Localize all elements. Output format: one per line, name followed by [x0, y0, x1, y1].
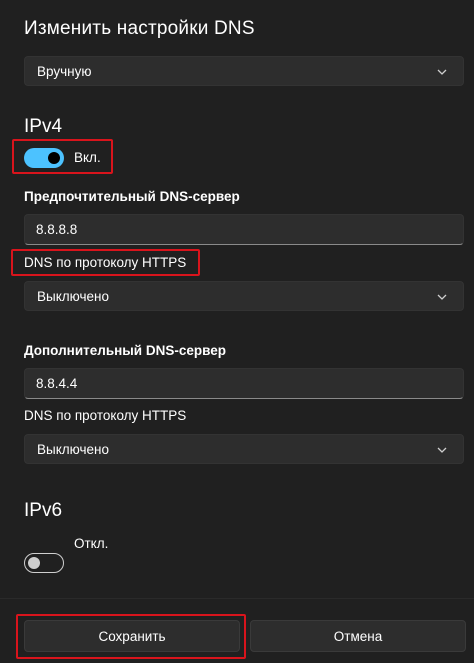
save-button[interactable]: Сохранить [24, 620, 240, 652]
ipv6-toggle[interactable] [24, 553, 64, 573]
ipv4-heading: IPv4 [24, 116, 63, 137]
alternate-dns-label: Дополнительный DNS-сервер [24, 343, 226, 358]
save-button-label: Сохранить [98, 628, 166, 644]
preferred-dns-input[interactable]: 8.8.8.8 [24, 214, 464, 245]
ipv6-toggle-label: Откл. [74, 536, 109, 551]
ipv4-toggle[interactable] [24, 148, 64, 168]
cancel-button-label: Отмена [333, 628, 383, 644]
preferred-https-label: DNS по протоколу HTTPS [24, 255, 187, 270]
dns-mode-value: Вручную [37, 63, 92, 79]
dns-mode-select[interactable]: Вручную [24, 56, 464, 86]
dialog-title: Изменить настройки DNS [24, 18, 255, 39]
chevron-down-icon [437, 69, 447, 75]
toggle-knob [48, 152, 60, 164]
preferred-dns-label: Предпочтительный DNS-сервер [24, 189, 240, 204]
alternate-https-label: DNS по протоколу HTTPS [24, 408, 187, 423]
toggle-knob [28, 557, 40, 569]
preferred-https-select[interactable]: Выключено [24, 281, 464, 311]
alternate-https-select[interactable]: Выключено [24, 434, 464, 464]
chevron-down-icon [437, 447, 447, 453]
ipv4-toggle-label: Вкл. [74, 150, 101, 165]
ipv6-heading: IPv6 [24, 500, 63, 521]
chevron-down-icon [437, 294, 447, 300]
cancel-button[interactable]: Отмена [250, 620, 466, 652]
preferred-https-value: Выключено [37, 288, 109, 304]
alternate-dns-value: 8.8.4.4 [36, 376, 78, 391]
preferred-dns-value: 8.8.8.8 [36, 222, 78, 237]
alternate-dns-input[interactable]: 8.8.4.4 [24, 368, 464, 399]
alternate-https-value: Выключено [37, 441, 109, 457]
